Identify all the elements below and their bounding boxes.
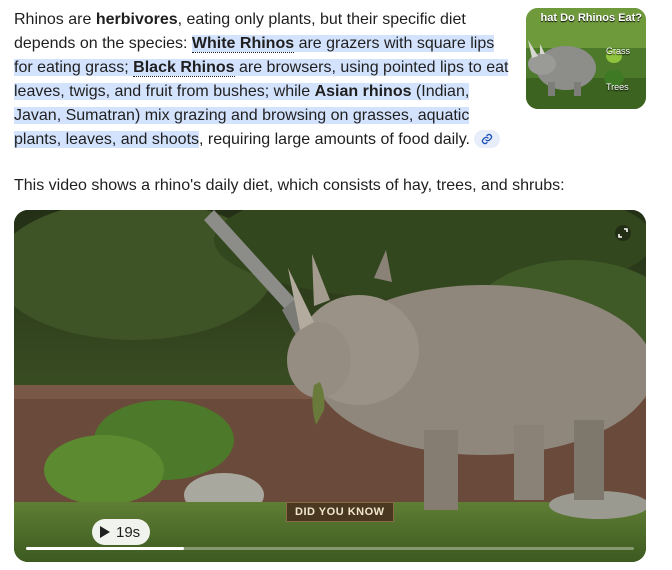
video-intro-text: This video shows a rhino's daily diet, w…: [14, 177, 565, 194]
play-icon: [100, 526, 110, 538]
progress-bar[interactable]: [26, 547, 634, 550]
progress-fill: [26, 547, 185, 550]
answer-paragraph: Rhinos are herbivores, eating only plant…: [14, 8, 514, 152]
fullscreen-icon[interactable]: [614, 224, 632, 242]
thumbnail-label-grass: Grass: [606, 46, 631, 56]
play-duration-button[interactable]: 19s: [92, 519, 151, 545]
bold-term-asian-rhinos: Asian rhinos: [314, 83, 412, 100]
video-duration: 19s: [116, 523, 141, 541]
text-span: , requiring large amounts of food daily.: [199, 131, 470, 148]
thumbnail-title: hat Do Rhinos Eat?: [540, 12, 642, 24]
black-rhinos-link[interactable]: Black Rhinos: [133, 59, 235, 77]
video-player[interactable]: DID YOU KNOW 19s: [14, 210, 646, 562]
text-span: Rhinos are: [14, 11, 96, 28]
link-icon: [481, 133, 493, 144]
thumbnail-label-trees: Trees: [606, 82, 629, 92]
white-rhinos-link[interactable]: White Rhinos: [191, 35, 295, 53]
video-caption: DID YOU KNOW: [286, 502, 394, 522]
rhino-diet-thumbnail[interactable]: hat Do Rhinos Eat? Grass Trees: [526, 8, 646, 109]
source-link-chip[interactable]: [473, 129, 500, 148]
bold-term-herbivores: herbivores: [95, 11, 178, 28]
